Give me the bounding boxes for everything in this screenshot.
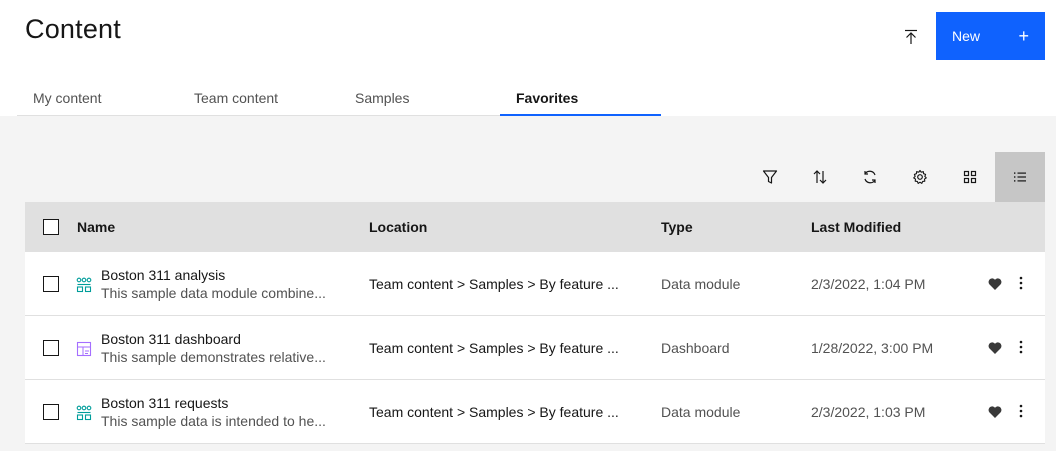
content-area: Name Location Type Last Modified Boston … (0, 116, 1056, 451)
column-header-last-modified[interactable]: Last Modified (811, 219, 901, 235)
item-type: Dashboard (661, 340, 730, 356)
page-header: Content New + My content Team content Sa… (0, 0, 1056, 116)
column-header-name[interactable]: Name (77, 219, 115, 235)
item-location: Team content > Samples > By feature ... (369, 276, 619, 292)
item-last-modified: 2/3/2022, 1:03 PM (811, 404, 926, 420)
item-name[interactable]: Boston 311 requests (101, 395, 228, 411)
item-location: Team content > Samples > By feature ... (369, 404, 619, 420)
item-type: Data module (661, 276, 741, 292)
item-description: This sample data is intended to he... (101, 413, 326, 429)
list-view-icon (1014, 172, 1026, 182)
column-header-type[interactable]: Type (661, 219, 693, 235)
item-last-modified: 1/28/2022, 3:00 PM (811, 340, 934, 356)
favorite-heart-icon[interactable] (987, 404, 1003, 420)
column-header-location[interactable]: Location (369, 219, 427, 235)
favorite-heart-icon[interactable] (987, 276, 1003, 292)
upload-icon (905, 29, 917, 44)
item-name[interactable]: Boston 311 analysis (101, 267, 225, 283)
tab-my-content[interactable]: My content (17, 80, 178, 116)
overflow-menu-button[interactable] (1013, 274, 1029, 292)
item-description: This sample demonstrates relative... (101, 349, 326, 365)
overflow-menu-icon (1019, 404, 1023, 418)
row-checkbox[interactable] (43, 404, 59, 420)
data-module-icon (76, 277, 92, 293)
overflow-menu-button[interactable] (1013, 338, 1029, 356)
plus-icon: + (1018, 26, 1029, 46)
list-view-button[interactable] (995, 152, 1045, 202)
grid-view-button[interactable] (945, 152, 995, 202)
new-button-label: New (952, 28, 981, 44)
table-header: Name Location Type Last Modified (25, 202, 1045, 252)
refresh-button[interactable] (845, 152, 895, 202)
tab-favorites[interactable]: Favorites (500, 80, 661, 116)
item-last-modified: 2/3/2022, 1:04 PM (811, 276, 926, 292)
tab-samples[interactable]: Samples (339, 80, 500, 116)
table-row[interactable]: Boston 311 dashboard This sample demonst… (25, 316, 1045, 380)
refresh-icon (864, 170, 876, 184)
overflow-menu-button[interactable] (1013, 402, 1029, 420)
item-type: Data module (661, 404, 741, 420)
settings-button[interactable] (895, 152, 945, 202)
overflow-menu-icon (1019, 276, 1023, 290)
table-row[interactable]: Boston 311 requests This sample data is … (25, 380, 1045, 444)
filter-button[interactable] (745, 152, 795, 202)
filter-icon (762, 170, 778, 184)
content-table: Name Location Type Last Modified Boston … (25, 202, 1045, 444)
row-checkbox[interactable] (43, 340, 59, 356)
grid-view-icon (963, 170, 977, 184)
sort-icon (813, 170, 827, 184)
sort-button[interactable] (795, 152, 845, 202)
view-toolbar (745, 152, 1045, 202)
select-all-checkbox[interactable] (43, 219, 59, 235)
overflow-menu-icon (1019, 340, 1023, 354)
page-title: Content (25, 14, 121, 44)
upload-button[interactable] (896, 22, 926, 52)
item-description: This sample data module combine... (101, 285, 326, 301)
data-module-icon (76, 405, 92, 421)
item-name[interactable]: Boston 311 dashboard (101, 331, 241, 347)
settings-icon (913, 169, 927, 184)
table-row[interactable]: Boston 311 analysis This sample data mod… (25, 252, 1045, 316)
tab-team-content[interactable]: Team content (178, 80, 339, 116)
dashboard-icon (76, 341, 92, 357)
favorite-heart-icon[interactable] (987, 340, 1003, 356)
row-checkbox[interactable] (43, 276, 59, 292)
content-tabs: My content Team content Samples Favorite… (17, 80, 661, 116)
new-button[interactable]: New + (936, 12, 1045, 60)
item-location: Team content > Samples > By feature ... (369, 340, 619, 356)
